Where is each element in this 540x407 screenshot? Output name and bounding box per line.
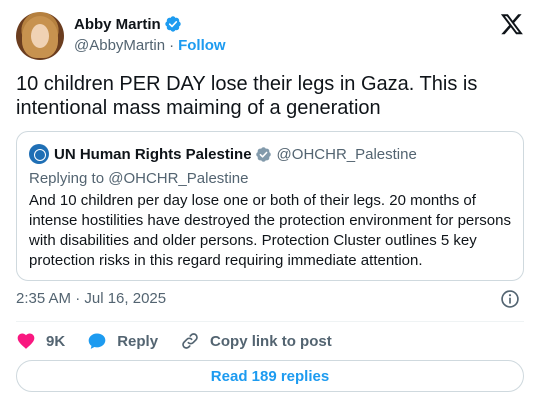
quoted-author-handle[interactable]: @OHCHR_Palestine bbox=[277, 146, 417, 163]
info-icon[interactable] bbox=[500, 289, 520, 309]
verified-badge-icon bbox=[164, 16, 181, 32]
quoted-author-name[interactable]: UN Human Rights Palestine bbox=[54, 146, 252, 163]
reply-label: Reply bbox=[117, 332, 159, 350]
copy-link-button[interactable]: Copy link to post bbox=[180, 331, 332, 351]
read-replies-button[interactable]: Read 189 replies bbox=[16, 360, 524, 392]
reply-button[interactable]: Reply bbox=[87, 331, 158, 351]
x-logo-icon[interactable] bbox=[500, 12, 524, 36]
like-count: 9K bbox=[46, 332, 66, 350]
author-handle[interactable]: @AbbyMartin bbox=[74, 37, 165, 54]
handle-separator: · bbox=[169, 37, 175, 54]
tweet-timestamp[interactable]: 2:35 AM · Jul 16, 2025 bbox=[16, 290, 166, 307]
verified-gray-badge-icon bbox=[255, 146, 271, 162]
divider bbox=[16, 321, 524, 322]
quoted-tweet-text: And 10 children per day lose one or both… bbox=[29, 192, 511, 269]
tweet-text: 10 children PER DAY lose their legs in G… bbox=[16, 73, 478, 119]
follow-button[interactable]: Follow bbox=[178, 37, 226, 54]
author-name-row: Abby Martin bbox=[74, 15, 182, 33]
replying-to: Replying to @OHCHR_Palestine bbox=[29, 170, 249, 187]
quoted-tweet-header: UN Human Rights Palestine @OHCHR_Palesti… bbox=[29, 144, 417, 164]
like-button[interactable]: 9K bbox=[16, 331, 65, 351]
tweet-header: Abby Martin @AbbyMartin · Follow bbox=[16, 12, 524, 60]
link-icon bbox=[182, 333, 198, 349]
author-name[interactable]: Abby Martin bbox=[74, 16, 161, 33]
quoted-tweet[interactable]: UN Human Rights Palestine @OHCHR_Palesti… bbox=[16, 131, 524, 281]
copy-link-label: Copy link to post bbox=[210, 332, 332, 350]
author-avatar[interactable] bbox=[16, 12, 64, 60]
reply-bubble-icon bbox=[88, 333, 106, 349]
action-bar: 9K Reply Copy link to post bbox=[16, 330, 354, 352]
quoted-avatar[interactable] bbox=[29, 144, 49, 164]
author-handle-row: @AbbyMartin · Follow bbox=[74, 37, 226, 54]
heart-icon bbox=[17, 333, 35, 349]
